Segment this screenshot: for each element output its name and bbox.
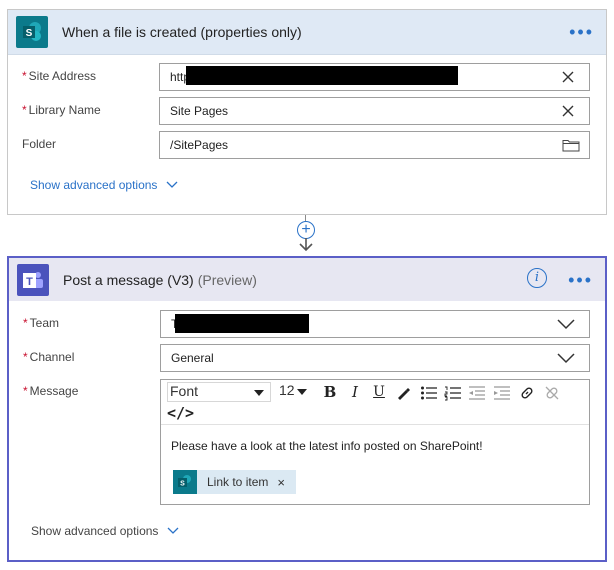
code-view-button[interactable]: </> (167, 404, 194, 422)
numbered-list-button[interactable] (443, 382, 463, 402)
action-card: T Post a message (V3) (Preview) i ••• * T… (7, 256, 607, 562)
numbered-list-icon (444, 386, 461, 401)
sharepoint-icon: S (16, 16, 48, 48)
svg-text:S: S (180, 481, 185, 488)
site-address-field[interactable]: http (159, 63, 590, 91)
folder-field[interactable]: /SitePages (159, 131, 590, 159)
bold-button[interactable]: B (320, 382, 340, 402)
link-icon (521, 387, 533, 399)
info-icon[interactable]: i (527, 268, 547, 288)
add-step-button[interactable]: + (297, 221, 315, 239)
highlight-button[interactable] (393, 382, 413, 402)
action-more-button[interactable]: ••• (568, 271, 593, 289)
insert-link-button[interactable] (517, 382, 537, 402)
chevron-down-icon (166, 181, 178, 188)
unlink-icon (545, 386, 559, 400)
clear-site-address-icon[interactable] (560, 69, 576, 85)
redaction-bar (186, 66, 458, 85)
chevron-down-icon[interactable] (557, 352, 575, 364)
team-row: *Team T (23, 310, 590, 338)
library-name-row: * Library Name Site Pages (22, 97, 590, 125)
team-dropdown[interactable]: T (160, 310, 590, 338)
redaction-bar (175, 314, 309, 333)
svg-text:T: T (26, 276, 33, 288)
bulleted-list-button[interactable] (419, 382, 439, 402)
trigger-header[interactable]: S When a file is created (properties onl… (8, 10, 606, 55)
folder-row: Folder /SitePages (22, 131, 590, 159)
sharepoint-icon: S (173, 470, 197, 494)
underline-button[interactable]: U (369, 382, 389, 402)
library-name-label: * Library Name (22, 103, 101, 117)
trigger-card: S When a file is created (properties onl… (7, 9, 607, 215)
outdent-icon (469, 386, 485, 400)
folder-label: Folder (22, 137, 57, 151)
action-header[interactable]: T Post a message (V3) (Preview) i ••• (9, 258, 605, 301)
message-editor[interactable]: Font 12 B I U </> Please have a look at … (160, 379, 590, 505)
dynamic-content-token[interactable]: S Link to item × (173, 470, 296, 494)
pen-icon (398, 388, 410, 400)
svg-text:S: S (26, 28, 33, 39)
preview-badge: (Preview) (197, 271, 257, 288)
action-show-advanced-options[interactable]: Show advanced options (31, 524, 179, 538)
channel-label: * Channel (23, 350, 75, 364)
decrease-indent-button[interactable] (467, 382, 487, 402)
trigger-more-button[interactable]: ••• (569, 23, 594, 41)
site-address-label: * Site Address (22, 69, 97, 83)
font-size-select[interactable]: 12 (275, 382, 313, 402)
channel-row: * Channel General (23, 344, 590, 372)
font-family-select[interactable]: Font (167, 382, 271, 402)
message-text[interactable]: Please have a look at the latest info po… (171, 439, 483, 453)
clear-library-name-icon[interactable] (560, 103, 576, 119)
arrow-down-icon (299, 238, 313, 252)
trigger-show-advanced-options[interactable]: Show advanced options (30, 178, 178, 192)
remove-link-button[interactable] (542, 382, 562, 402)
italic-button[interactable]: I (345, 382, 365, 402)
message-label: * Message (23, 384, 79, 398)
token-label: Link to item (207, 475, 269, 489)
library-name-field[interactable]: Site Pages (159, 97, 590, 125)
chevron-down-icon[interactable] (557, 318, 575, 330)
chevron-down-icon (167, 527, 179, 534)
editor-toolbar: Font 12 B I U </> (161, 380, 589, 425)
remove-token-button[interactable]: × (277, 475, 285, 490)
bulleted-list-icon (421, 386, 437, 400)
site-address-row: * Site Address http (22, 63, 590, 91)
increase-indent-button[interactable] (492, 382, 512, 402)
teams-icon: T (17, 263, 49, 296)
indent-icon (494, 386, 510, 400)
action-title: Post a message (V3) (63, 271, 194, 288)
trigger-title: When a file is created (properties only) (62, 24, 302, 40)
team-label: * Team (23, 316, 60, 330)
folder-picker-icon[interactable] (562, 138, 580, 152)
channel-dropdown[interactable]: General (160, 344, 590, 372)
